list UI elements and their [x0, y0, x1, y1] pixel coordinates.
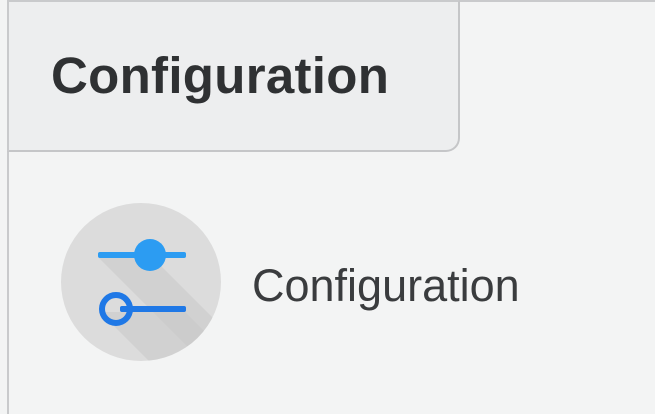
configuration-item[interactable]: Configuration — [60, 202, 620, 362]
sliders-icon — [60, 202, 222, 362]
tab-label: Configuration — [51, 47, 390, 104]
tab-configuration[interactable]: Configuration — [7, 0, 460, 152]
configuration-panel: Configuration Configuration — [0, 0, 655, 414]
configuration-item-label: Configuration — [252, 260, 520, 311]
